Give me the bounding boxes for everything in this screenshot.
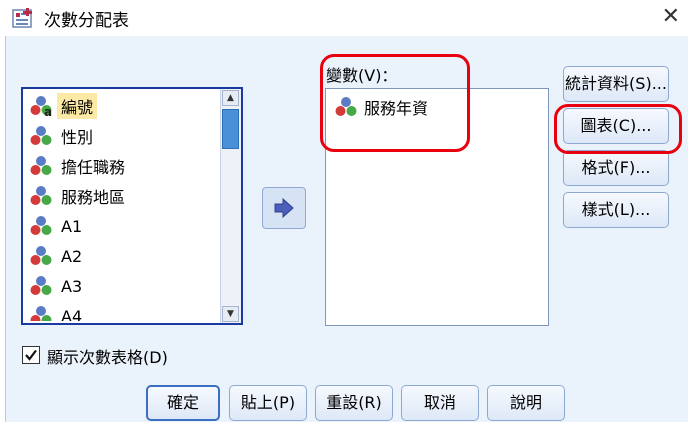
scroll-down-icon[interactable]: ▼ <box>222 306 239 322</box>
source-variable-items: a 編號 性別 擔任職務 服務地區 A1 A2 A3 A4 <box>25 91 221 321</box>
statistics-button[interactable]: 統計資料(S)... <box>563 66 669 102</box>
list-item[interactable]: A1 <box>25 211 221 241</box>
cancel-button[interactable]: 取消 <box>401 385 479 421</box>
list-item-label: 服務地區 <box>61 188 126 207</box>
list-item[interactable]: A3 <box>25 271 221 301</box>
window-title: 次數分配表 <box>44 11 129 31</box>
list-item-label: 性別 <box>61 128 94 147</box>
format-button[interactable]: 格式(F)... <box>563 150 669 186</box>
window-edge <box>0 36 6 422</box>
display-frequency-tables-label[interactable]: 顯示次數表格(D) <box>47 344 168 368</box>
nominal-variable-icon <box>30 276 52 295</box>
list-item-label: A1 <box>61 216 83 236</box>
nominal-variable-icon: a <box>30 96 52 117</box>
nominal-variable-icon <box>30 156 52 175</box>
source-variable-list[interactable]: a 編號 性別 擔任職務 服務地區 A1 A2 A3 A4 ▲ ▼ <box>21 87 243 325</box>
list-item[interactable]: A4 <box>25 301 221 321</box>
list-item[interactable]: A2 <box>25 241 221 271</box>
reset-button[interactable]: 重設(R) <box>315 385 393 421</box>
checkmark-icon <box>25 349 37 361</box>
display-frequency-tables-checkbox[interactable] <box>22 346 40 364</box>
list-item-label: 編號 <box>57 93 98 119</box>
list-item-label: A4 <box>61 306 83 322</box>
vertical-scrollbar[interactable]: ▲ ▼ <box>220 89 241 323</box>
title-bar: 次數分配表 ✕ <box>0 0 688 36</box>
nominal-variable-icon <box>30 126 52 145</box>
nominal-variable-icon <box>30 216 52 235</box>
nominal-variable-icon <box>30 186 52 205</box>
scroll-up-icon[interactable]: ▲ <box>222 90 239 106</box>
ok-button[interactable]: 確定 <box>146 385 220 421</box>
scroll-thumb[interactable] <box>222 109 239 149</box>
list-item-label: 擔任職務 <box>61 158 126 177</box>
close-icon[interactable]: ✕ <box>662 4 680 29</box>
nominal-variable-icon <box>30 306 52 321</box>
app-icon <box>12 8 32 28</box>
list-item[interactable]: 服務地區 <box>25 181 221 211</box>
style-button[interactable]: 樣式(L)... <box>563 192 669 228</box>
annotation-box-variables <box>320 54 470 152</box>
help-button[interactable]: 說明 <box>487 385 565 421</box>
svg-text:a: a <box>44 105 52 117</box>
list-item[interactable]: 性別 <box>25 121 221 151</box>
list-item-label: A3 <box>61 276 83 296</box>
annotation-box-charts <box>554 104 682 154</box>
list-item[interactable]: a 編號 <box>25 91 221 121</box>
move-variable-button[interactable] <box>262 187 306 229</box>
list-item[interactable]: 擔任職務 <box>25 151 221 181</box>
right-arrow-icon <box>274 198 294 218</box>
list-item-label: A2 <box>61 246 83 266</box>
nominal-variable-icon <box>30 246 52 265</box>
paste-button[interactable]: 貼上(P) <box>229 385 307 421</box>
